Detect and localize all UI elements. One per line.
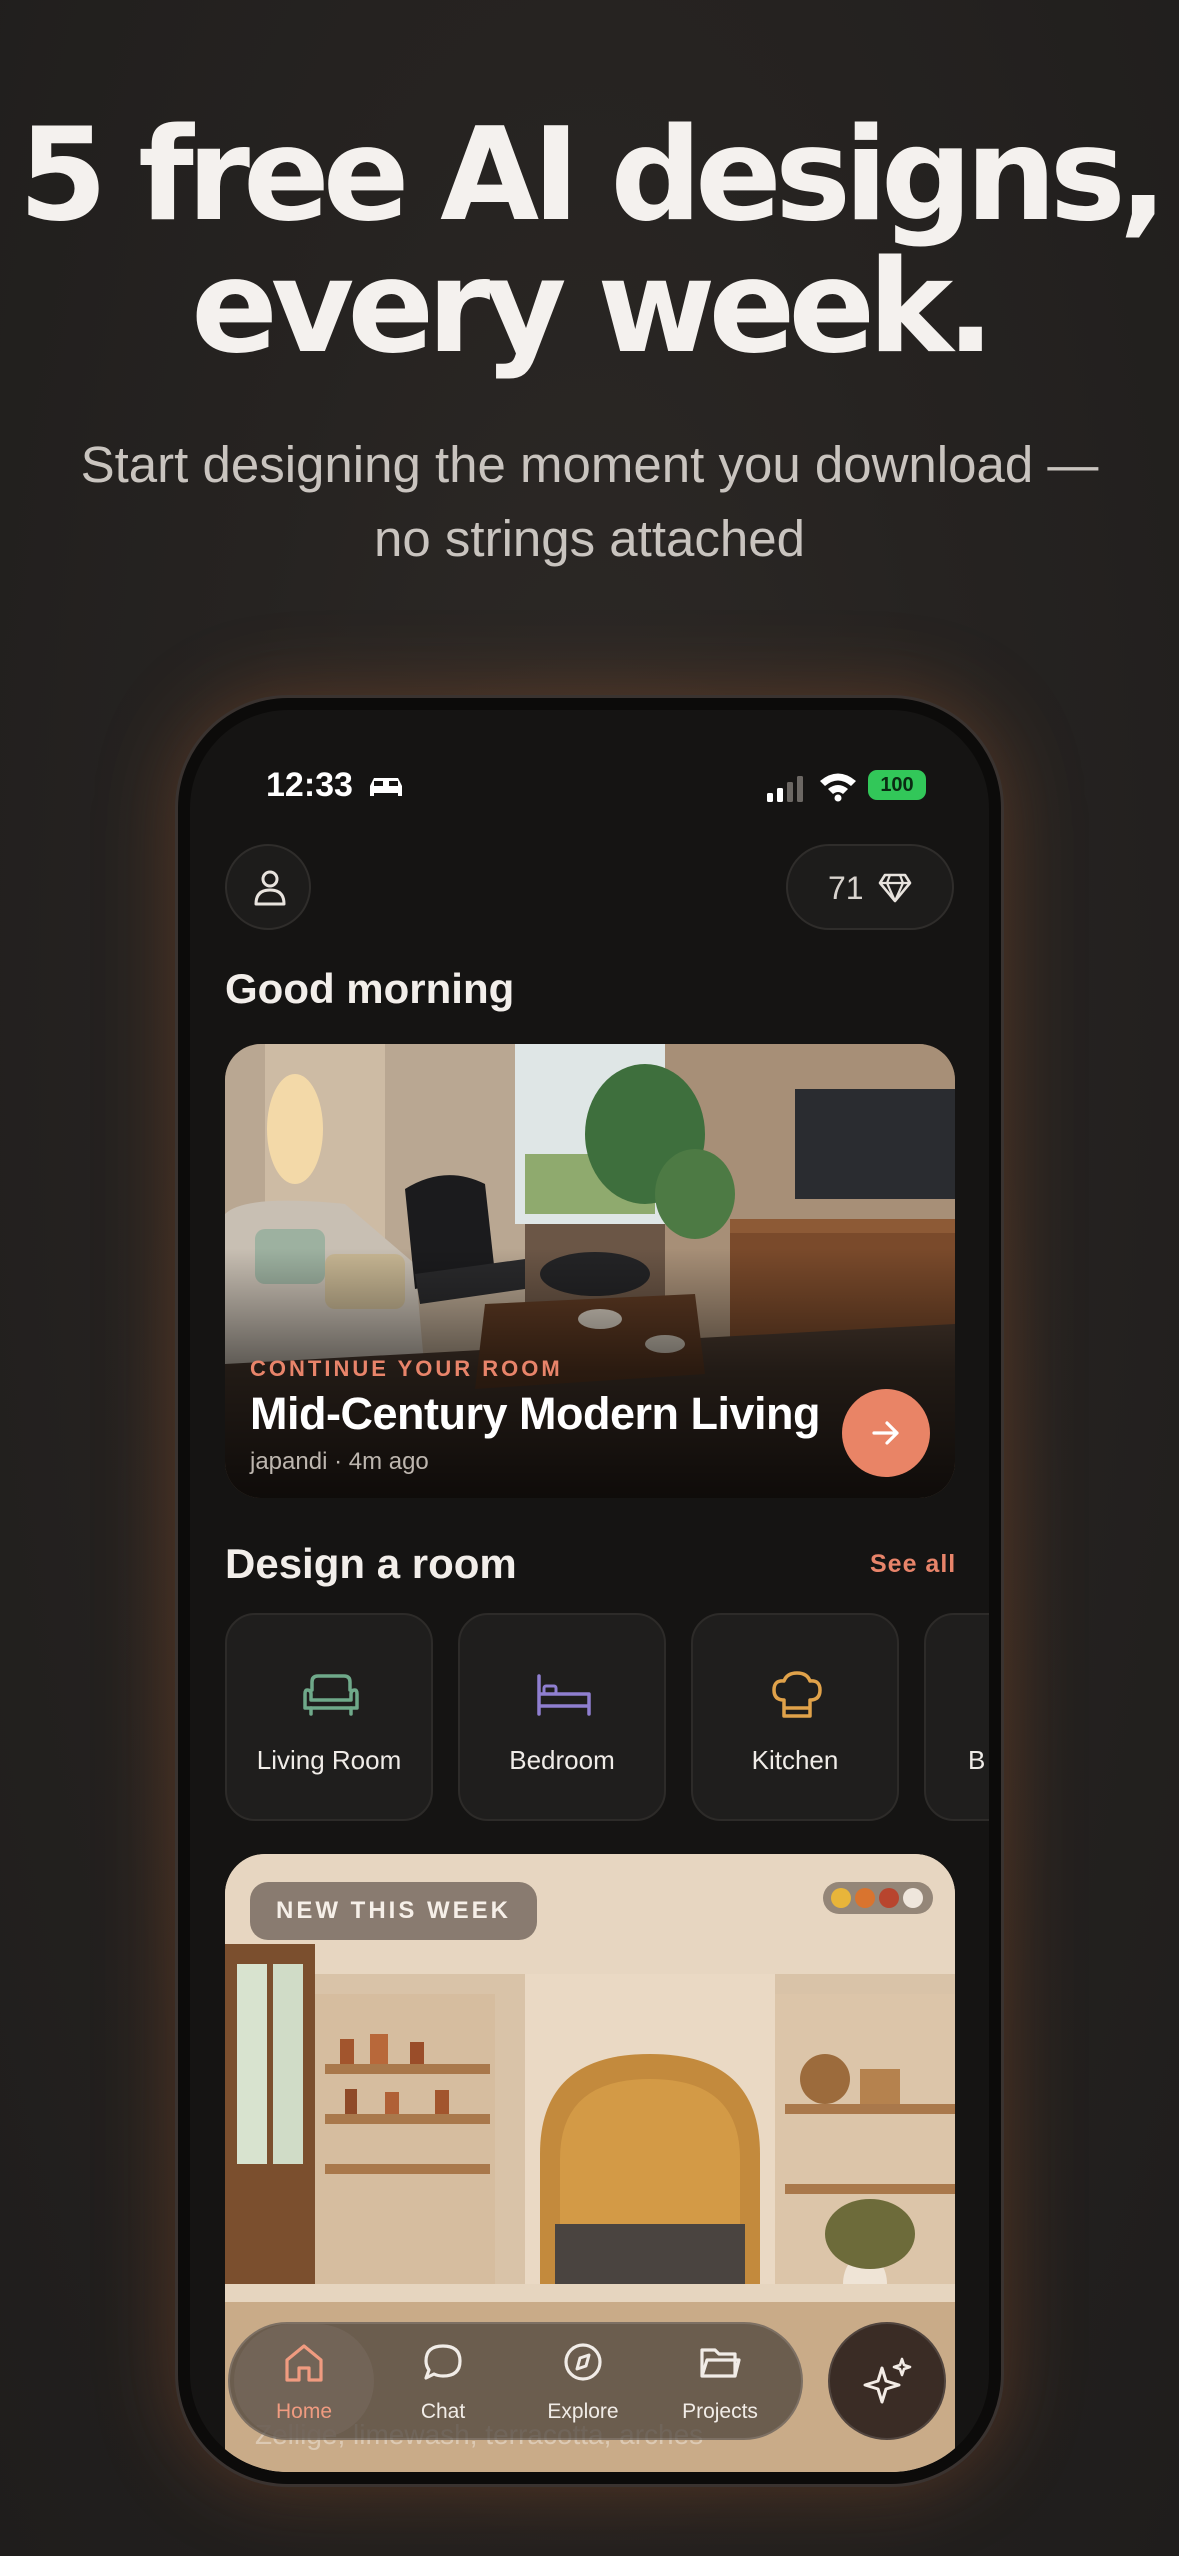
room-tile-kitchen[interactable]: Kitchen [691, 1613, 899, 1821]
palette-dot [831, 1888, 851, 1908]
card-eyebrow: CONTINUE YOUR ROOM [250, 1356, 563, 1381]
diamond-icon [878, 873, 912, 903]
ai-generate-button[interactable] [828, 2322, 946, 2440]
tab-projects[interactable]: Projects [650, 2324, 790, 2438]
subhead-line-1: Start designing the moment you download … [80, 436, 1099, 493]
palette-dot [903, 1888, 923, 1908]
chat-icon [424, 2344, 462, 2380]
continue-button[interactable] [842, 1389, 930, 1477]
promo-headline: 5 free AI designs, every week. [0, 110, 1179, 374]
tab-label: Projects [682, 2400, 758, 2423]
card-title: Mid-Century Modern Living [250, 1388, 820, 1439]
room-tile-label: Bedroom [509, 1745, 615, 1775]
new-this-week-badge: NEW THIS WEEK [250, 1882, 537, 1940]
color-palette [823, 1882, 933, 1914]
palette-dot [855, 1888, 875, 1908]
subhead-line-2: no strings attached [374, 510, 805, 567]
room-tile-living-room[interactable]: Living Room [225, 1613, 433, 1821]
sparkles-icon [863, 2357, 912, 2404]
see-all-link[interactable]: See all [870, 1550, 956, 1579]
tab-chat[interactable]: Chat [373, 2324, 513, 2438]
arrow-right-icon [872, 1421, 899, 1445]
headline-line-1: 5 free AI designs, [18, 101, 1168, 250]
room-tile-bedroom[interactable]: Bedroom [458, 1613, 666, 1821]
room-tile-label: B [968, 1745, 986, 1775]
headline-line-2: every week. [191, 233, 995, 382]
home-icon [285, 2344, 323, 2382]
tab-label: Explore [547, 2400, 619, 2423]
app-screen: 12:33 100 71 Good morning CONTINUE YOUR … [190, 710, 989, 2472]
room-tile-label: Living Room [256, 1745, 402, 1775]
wifi-icon [820, 773, 856, 802]
continue-room-card[interactable]: CONTINUE YOUR ROOM Mid-Century Modern Li… [225, 1044, 955, 1498]
tab-explore[interactable]: Explore [513, 2324, 653, 2438]
tab-label: Home [275, 2400, 333, 2423]
status-time: 12:33 [266, 766, 353, 804]
credits-count: 71 [828, 870, 864, 906]
chef-hat-icon [772, 1671, 822, 1718]
card-meta: japandi · 4m ago [250, 1448, 429, 1475]
signal-icon [767, 776, 803, 802]
profile-button[interactable] [225, 844, 311, 930]
sofa-icon [303, 1674, 359, 1716]
tab-bar: Home Chat Explore Projects [228, 2322, 803, 2440]
status-bar: 12:33 100 [190, 758, 989, 818]
car-icon [370, 778, 402, 796]
promo-subhead: Start designing the moment you download … [40, 428, 1139, 576]
folder-icon [700, 2348, 741, 2378]
phone-frame: 12:33 100 71 Good morning CONTINUE YOUR … [178, 698, 1001, 2484]
tab-home[interactable]: Home [234, 2324, 374, 2438]
person-icon [254, 870, 286, 906]
greeting-title: Good morning [225, 965, 515, 1012]
battery-icon: 100 [868, 770, 926, 800]
room-tile-partial[interactable]: B [924, 1613, 989, 1821]
palette-dot [879, 1888, 899, 1908]
bed-icon [537, 1674, 591, 1716]
design-section-title: Design a room [225, 1540, 517, 1587]
room-tile-label: Kitchen [751, 1745, 839, 1775]
credits-button[interactable]: 71 [786, 844, 954, 930]
compass-icon [564, 2343, 602, 2381]
tab-label: Chat [420, 2400, 466, 2423]
